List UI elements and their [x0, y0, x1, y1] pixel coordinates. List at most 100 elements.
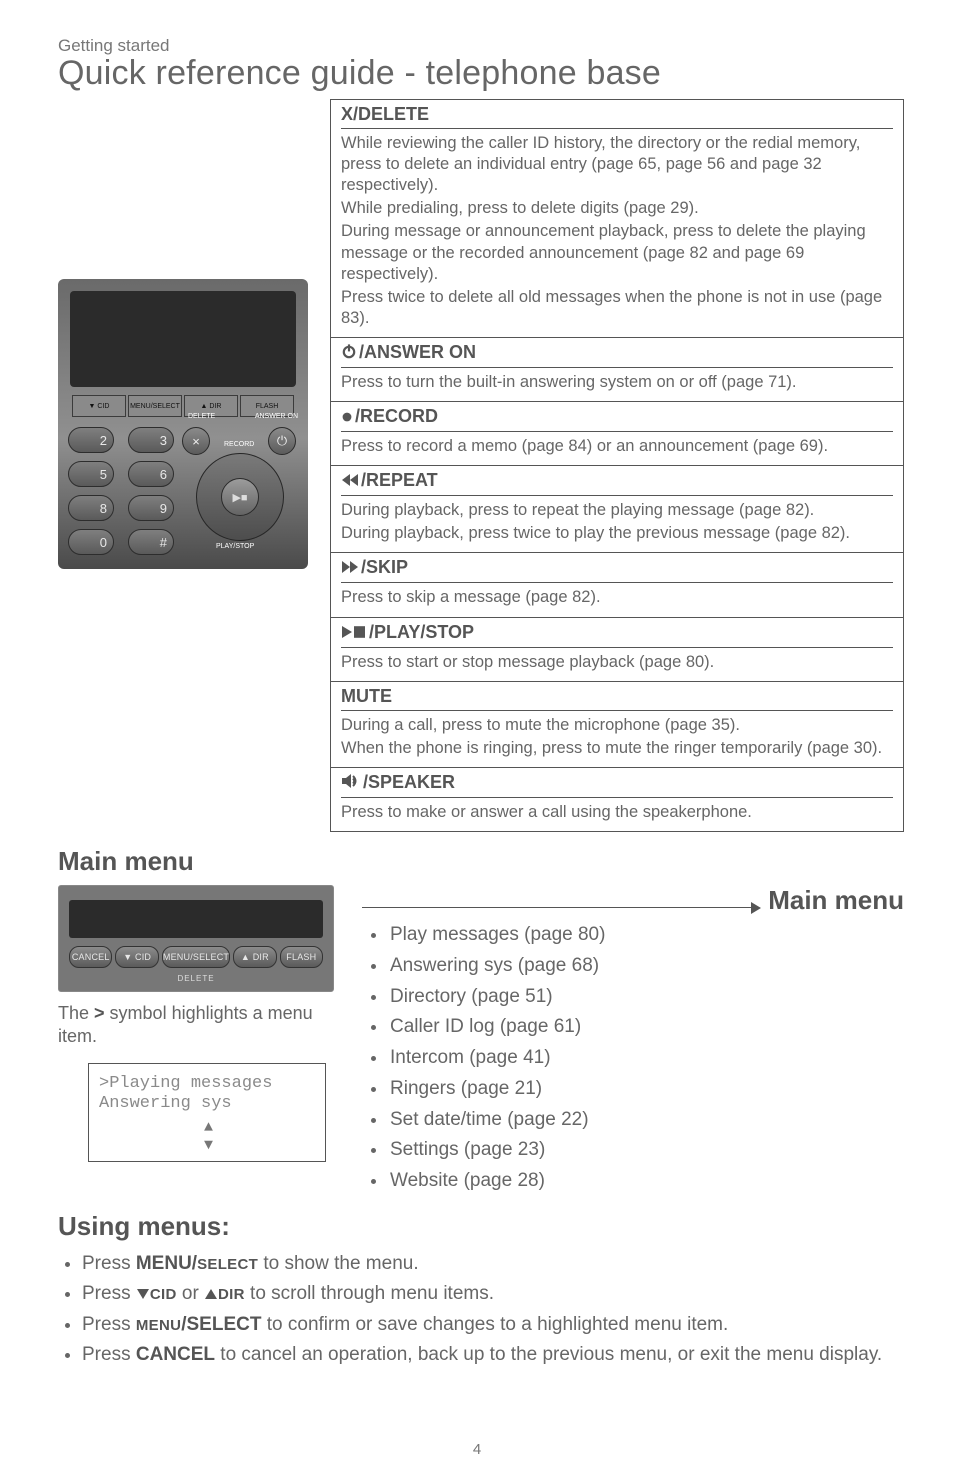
- btn-power: ⏻: [268, 427, 296, 455]
- menu-symbol-note: The > symbol highlights a menu item.: [58, 1002, 334, 1049]
- feature-line: While predialing, press to delete digits…: [341, 198, 893, 219]
- step-kw: DIR: [218, 1286, 245, 1303]
- feature-title: MUTE: [341, 686, 392, 706]
- step-text: to cancel an operation, back up to the p…: [215, 1344, 882, 1365]
- lcd-scroll-arrows: ▲▼: [99, 1119, 315, 1155]
- menu-item: Website (page 28): [388, 1166, 904, 1197]
- step-kw: SELECT: [197, 1256, 258, 1273]
- nav-wheel: ▶■: [196, 453, 284, 541]
- key-0: 0: [68, 529, 114, 555]
- feature-record: /RECORD Press to record a memo (page 84)…: [331, 402, 903, 466]
- using-menus-steps: Press MENU/SELECT to show the menu. Pres…: [58, 1250, 904, 1369]
- menu-item: Directory (page 51): [388, 982, 904, 1013]
- key-5: 5: [68, 461, 114, 487]
- feature-title: /ANSWER ON: [359, 342, 476, 362]
- feature-line: When the phone is ringing, press to mute…: [341, 738, 893, 759]
- btn-flash: FLASH: [280, 946, 323, 968]
- power-icon: [341, 343, 357, 364]
- feature-title: /PLAY/STOP: [369, 622, 474, 642]
- lcd-screen: >Playing messages Answering sys ▲▼: [88, 1063, 326, 1162]
- feature-line: During message or announcement playback,…: [341, 221, 893, 284]
- feature-answer-on: /ANSWER ON Press to turn the built-in an…: [331, 338, 903, 402]
- step-kw: CID: [150, 1286, 177, 1303]
- feature-title: X/DELETE: [341, 104, 429, 124]
- main-menu-heading-right: Main menu: [768, 885, 904, 916]
- feature-title: /SKIP: [361, 557, 408, 577]
- menu-item: Settings (page 23): [388, 1135, 904, 1166]
- record-icon: [341, 407, 353, 428]
- step-text: or: [177, 1283, 204, 1304]
- btn-cancel: CANCEL: [69, 946, 112, 968]
- step-text: Press: [82, 1314, 136, 1335]
- step: Press MENU/SELECT to confirm or save cha…: [82, 1311, 904, 1339]
- lbl-record: RECORD: [224, 441, 254, 448]
- feature-repeat: /REPEAT During playback, press to repeat…: [331, 466, 903, 553]
- feature-play-stop: /PLAY/STOP Press to start or stop messag…: [331, 618, 903, 682]
- step-text: to scroll through menu items.: [245, 1283, 494, 1304]
- using-menus-heading: Using menus:: [58, 1211, 904, 1242]
- step-kw: MENU: [136, 1317, 181, 1334]
- lbl-delete: DELETE: [188, 413, 215, 420]
- nav-bar-illustration: CANCEL ▼ CID MENU/SELECT ▲ DIR FLASH DEL…: [58, 885, 334, 992]
- feature-title: /RECORD: [355, 406, 438, 426]
- key-hash: #: [128, 529, 174, 555]
- menu-item: Caller ID log (page 61): [388, 1012, 904, 1043]
- feature-speaker: /SPEAKER Press to make or answer a call …: [331, 768, 903, 832]
- arrow-connector: [362, 907, 758, 908]
- menu-item: Set date/time (page 22): [388, 1105, 904, 1136]
- down-triangle-icon: [136, 1281, 150, 1309]
- lcd-line: Answering sys: [99, 1094, 315, 1114]
- feature-line: Press to start or stop message playback …: [341, 652, 893, 673]
- feature-skip: /SKIP Press to skip a message (page 82).: [331, 553, 903, 617]
- feature-line: Press to turn the built-in answering sys…: [341, 372, 893, 393]
- step-text: Press: [82, 1283, 136, 1304]
- feature-x-delete: X/DELETE While reviewing the caller ID h…: [331, 100, 903, 338]
- up-triangle-icon: [204, 1281, 218, 1309]
- btn-menuselect: MENU/SELECT: [162, 946, 230, 968]
- step-kw: /SELECT: [181, 1314, 261, 1335]
- key-9: 9: [128, 495, 174, 521]
- key-8: 8: [68, 495, 114, 521]
- key-2: 2: [68, 427, 114, 453]
- feature-line: While reviewing the caller ID history, t…: [341, 133, 893, 196]
- feature-line: During playback, press to repeat the pla…: [341, 500, 893, 521]
- note-text: The: [58, 1003, 94, 1023]
- btn-cid: ▼ CID: [115, 946, 158, 968]
- step-kw: MENU/: [136, 1253, 197, 1274]
- btn-x: ×: [182, 427, 210, 455]
- step-kw: CANCEL: [136, 1344, 215, 1365]
- feature-line: Press twice to delete all old messages w…: [341, 287, 893, 329]
- menu-item: Intercom (page 41): [388, 1043, 904, 1074]
- step-text: Press: [82, 1253, 136, 1274]
- fast-forward-icon: [341, 558, 359, 579]
- feature-mute: MUTE During a call, press to mute the mi…: [331, 682, 903, 768]
- step-text: to show the menu.: [258, 1253, 419, 1274]
- main-menu-list: Play messages (page 80) Answering sys (p…: [362, 920, 904, 1197]
- rewind-icon: [341, 471, 359, 492]
- feature-line: During a call, press to mute the microph…: [341, 715, 893, 736]
- page-title: Quick reference guide - telephone base: [58, 54, 904, 93]
- menu-item: Play messages (page 80): [388, 920, 904, 951]
- phone-base-illustration: ▼ CID MENU/SELECT ▲ DIR FLASH 2 3 5 6 8 …: [58, 279, 308, 569]
- nav-cid: ▼ CID: [72, 395, 126, 417]
- menu-item: Answering sys (page 68): [388, 951, 904, 982]
- lbl-playstop: PLAY/STOP: [216, 543, 254, 550]
- step: Press CID or DIR to scroll through menu …: [82, 1280, 904, 1309]
- speaker-icon: [341, 773, 361, 794]
- feature-title: /REPEAT: [361, 470, 438, 490]
- note-symbol: >: [94, 1003, 105, 1023]
- feature-line: Press to skip a message (page 82).: [341, 587, 893, 608]
- page-number: 4: [0, 1441, 954, 1458]
- lbl-delete-small: DELETE: [69, 974, 323, 983]
- nav-menuselect: MENU/SELECT: [128, 395, 182, 417]
- lbl-answer: ANSWER ON: [255, 413, 298, 420]
- step-text: to confirm or save changes to a highligh…: [261, 1314, 728, 1335]
- step: Press CANCEL to cancel an operation, bac…: [82, 1341, 904, 1369]
- btn-playstop-center: ▶■: [221, 478, 259, 516]
- feature-line: Press to make or answer a call using the…: [341, 802, 893, 823]
- btn-dir: ▲ DIR: [233, 946, 276, 968]
- breadcrumb: Getting started: [58, 36, 904, 56]
- play-stop-icon: [341, 623, 367, 644]
- step: Press MENU/SELECT to show the menu.: [82, 1250, 904, 1278]
- menu-item: Ringers (page 21): [388, 1074, 904, 1105]
